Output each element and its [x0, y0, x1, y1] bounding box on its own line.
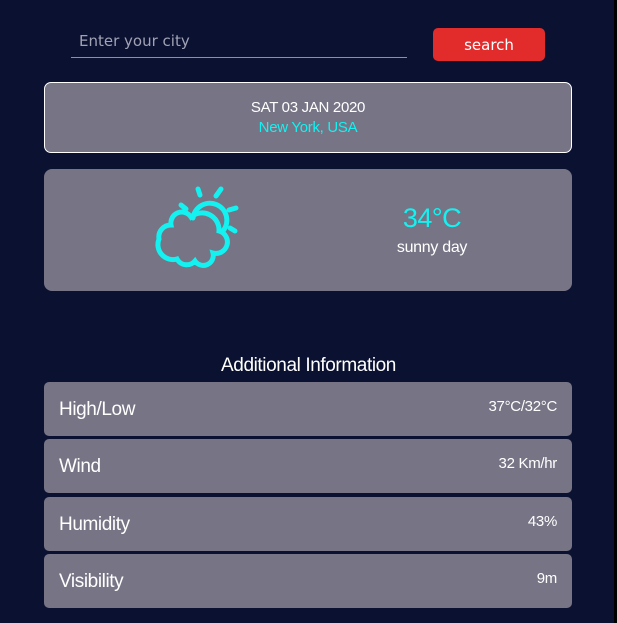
- date-location-card: SAT 03 JAN 2020 New York, USA: [44, 82, 572, 153]
- info-value: 37°C/32°C: [488, 398, 558, 415]
- city-search-input[interactable]: [71, 30, 407, 58]
- current-location: New York, USA: [258, 119, 358, 136]
- additional-info-heading: Additional Information: [221, 355, 396, 376]
- weather-summary-card: 34°C sunny day: [44, 169, 572, 291]
- info-label: Humidity: [59, 514, 130, 535]
- current-date: SAT 03 JAN 2020: [250, 99, 366, 116]
- temperature: 34°C: [402, 203, 462, 233]
- info-label: High/Low: [59, 399, 136, 420]
- info-row-humidity: Humidity 43%: [44, 497, 572, 551]
- search-button[interactable]: search: [433, 28, 545, 61]
- partly-cloudy-icon: [155, 186, 239, 268]
- info-value: 43%: [527, 513, 557, 530]
- info-row-visibility: Visibility 9m: [44, 554, 572, 608]
- info-value: 32 Km/hr: [498, 455, 558, 472]
- weather-condition: sunny day: [396, 239, 468, 256]
- info-value: 9m: [536, 570, 558, 587]
- info-row-high-low: High/Low 37°C/32°C: [44, 382, 572, 436]
- info-row-wind: Wind 32 Km/hr: [44, 439, 572, 493]
- info-label: Visibility: [59, 571, 124, 592]
- info-label: Wind: [59, 456, 101, 477]
